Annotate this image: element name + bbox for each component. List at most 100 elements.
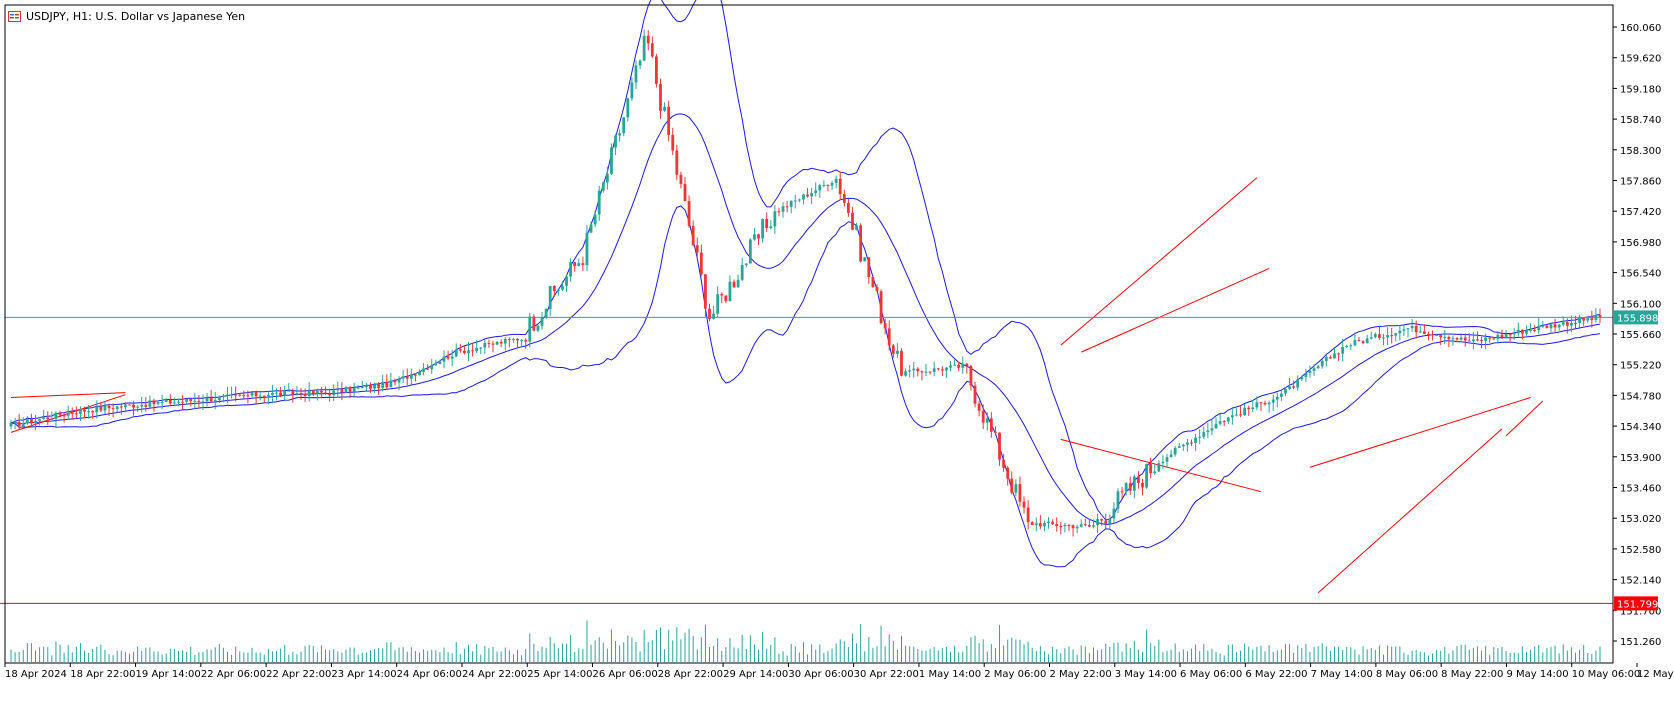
candle-body bbox=[622, 117, 626, 134]
candle-body bbox=[597, 190, 601, 215]
candle-body bbox=[213, 400, 217, 402]
candle-body bbox=[593, 214, 597, 225]
candle-body bbox=[577, 263, 581, 266]
candle-body bbox=[802, 194, 805, 200]
y-tick-label: 153.020 bbox=[1620, 514, 1661, 525]
candle-body bbox=[642, 35, 646, 61]
candle-body bbox=[364, 385, 368, 388]
candle-body bbox=[920, 371, 924, 373]
candles bbox=[9, 29, 1602, 537]
candle-body bbox=[1488, 337, 1492, 339]
candle-body bbox=[140, 404, 144, 407]
candle-body bbox=[320, 390, 323, 393]
candle-body bbox=[242, 395, 246, 397]
candle-body bbox=[1067, 525, 1071, 527]
candle-body bbox=[1471, 339, 1475, 342]
candle-body bbox=[1390, 335, 1394, 337]
candle-body bbox=[1161, 461, 1165, 464]
candle-body bbox=[1018, 484, 1022, 502]
chart-window[interactable]: USDJPY, H1: U.S. Dollar vs Japanese Yen … bbox=[0, 0, 1674, 725]
candle-body bbox=[46, 417, 50, 420]
candle-body bbox=[806, 194, 809, 197]
candle-body bbox=[1504, 333, 1508, 338]
x-tick-label: 18 Apr 2024 bbox=[5, 669, 67, 680]
y-tick-label: 159.620 bbox=[1620, 54, 1661, 65]
candle-body bbox=[912, 368, 916, 371]
candle-body bbox=[1357, 340, 1361, 342]
candle-body bbox=[1361, 341, 1365, 343]
candle-body bbox=[152, 400, 156, 405]
candle-body bbox=[659, 83, 662, 111]
candle-body bbox=[1043, 522, 1046, 527]
candle-body bbox=[961, 363, 965, 368]
candle-body bbox=[1308, 370, 1312, 374]
candle-body bbox=[197, 400, 201, 402]
candle-body bbox=[822, 184, 826, 186]
candle-body bbox=[430, 365, 434, 370]
current-price-label: 155.898 bbox=[1617, 313, 1658, 324]
candle-body bbox=[34, 420, 37, 424]
candle-body bbox=[516, 338, 519, 341]
price-chart[interactable]: 160.060 159.620 159.180 158.740 158.300 157.8… bbox=[0, 0, 1674, 725]
candle-body bbox=[1402, 329, 1406, 331]
candle-body bbox=[381, 381, 385, 388]
candle-body bbox=[1247, 407, 1251, 410]
candle-body bbox=[761, 219, 765, 239]
candle-body bbox=[222, 395, 225, 397]
candle-body bbox=[581, 263, 585, 266]
candle-body bbox=[238, 394, 242, 396]
candle-body bbox=[79, 409, 82, 414]
candle-body bbox=[834, 178, 838, 184]
candle-body bbox=[724, 295, 728, 302]
candle-body bbox=[1079, 524, 1083, 527]
candle-body bbox=[1496, 334, 1500, 339]
candle-body bbox=[1337, 353, 1340, 355]
candle-body bbox=[397, 378, 401, 383]
candle-body bbox=[785, 206, 789, 208]
candle-body bbox=[655, 56, 658, 84]
candle-body bbox=[409, 374, 413, 379]
candle-body bbox=[1533, 329, 1537, 331]
candle-body bbox=[1006, 467, 1010, 479]
candle-body bbox=[1418, 331, 1422, 333]
horizontal-level-label: 151.799 bbox=[1617, 599, 1658, 610]
candle-body bbox=[589, 224, 593, 233]
x-tick-label: 28 Apr 22:00 bbox=[658, 669, 723, 680]
candle-body bbox=[732, 281, 736, 288]
candle-body bbox=[369, 385, 372, 389]
candle-body bbox=[283, 391, 287, 396]
y-tick-label: 156.100 bbox=[1620, 299, 1661, 310]
candle-body bbox=[418, 371, 421, 376]
y-tick-label: 154.340 bbox=[1620, 422, 1661, 433]
candle-body bbox=[1447, 336, 1451, 340]
candle-body bbox=[1386, 335, 1389, 338]
x-tick-label: 6 May 06:00 bbox=[1180, 669, 1242, 680]
candle-body bbox=[891, 345, 895, 354]
candle-body bbox=[900, 350, 903, 376]
horizontal-lines bbox=[0, 316, 1613, 604]
candle-body bbox=[83, 409, 86, 412]
candle-body bbox=[1034, 523, 1038, 526]
candle-body bbox=[1369, 337, 1373, 339]
candle-body bbox=[945, 367, 948, 371]
candle-body bbox=[1047, 521, 1050, 523]
candle-body bbox=[471, 350, 474, 352]
candle-body bbox=[377, 384, 381, 388]
trendline bbox=[1081, 267, 1270, 353]
candle-body bbox=[561, 285, 564, 290]
candle-body bbox=[458, 349, 462, 351]
candle-body bbox=[1235, 414, 1238, 416]
candle-body bbox=[9, 422, 13, 427]
candle-body bbox=[156, 402, 160, 405]
candle-body bbox=[1324, 357, 1328, 361]
candle-body bbox=[1014, 484, 1018, 493]
candle-body bbox=[1300, 377, 1304, 380]
candle-body bbox=[185, 398, 189, 402]
candle-body bbox=[814, 190, 818, 194]
candle-body bbox=[1222, 421, 1226, 423]
candle-body bbox=[585, 232, 589, 266]
candle-body bbox=[1320, 360, 1324, 367]
candle-body bbox=[908, 370, 912, 372]
candle-body bbox=[74, 413, 78, 415]
y-tick-label: 152.140 bbox=[1620, 576, 1661, 587]
